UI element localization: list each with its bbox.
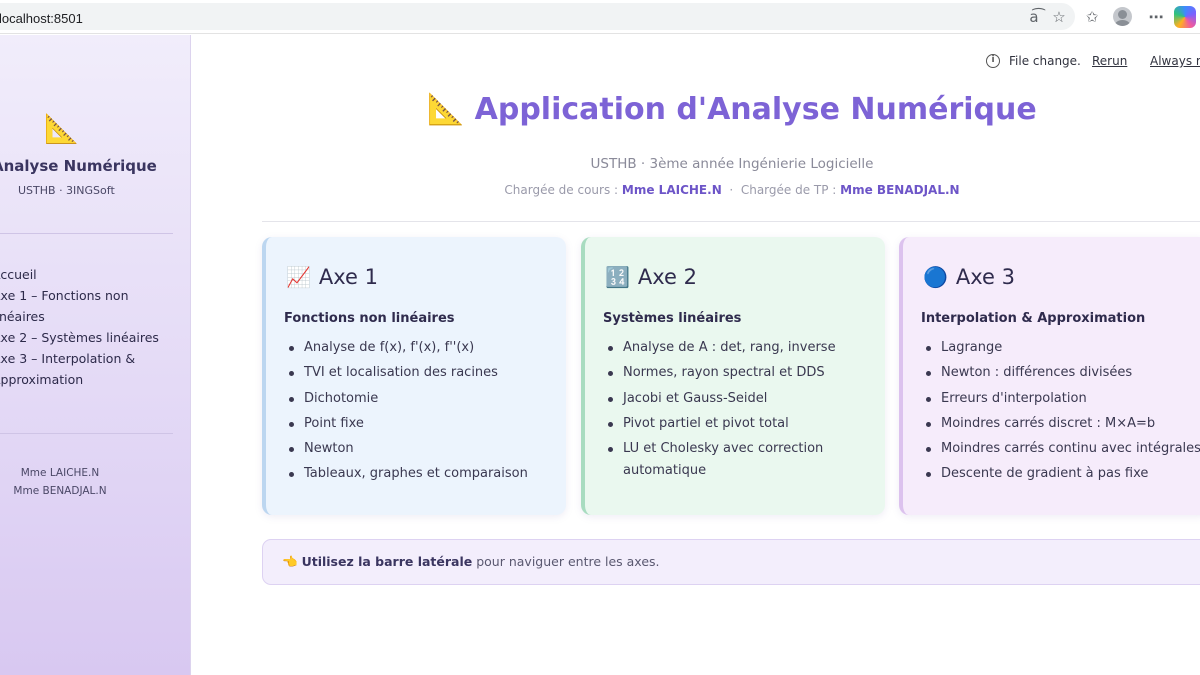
card-axe1: 📈 Axe 1 Fonctions non linéaires Analyse d…: [262, 237, 566, 515]
card-title: 🔵 Axe 3: [923, 265, 1015, 289]
sidebar-footer-line: Mme BENADJAL.N: [13, 485, 107, 497]
tip-rest: pour naviguer entre les axes.: [472, 554, 660, 569]
card-subtitle: Systèmes linéaires: [603, 311, 742, 326]
sidebar-item-accueil[interactable]: Accueil: [0, 264, 190, 285]
sidebar-footer: Mme LAICHE.N Mme BENADJAL.N: [0, 464, 120, 500]
list-item: LU et Cholesky avec correction automatiq…: [608, 438, 873, 482]
cours-label: Chargée de cours :: [504, 183, 619, 197]
separator: ·: [729, 183, 734, 197]
triangle-ruler-icon: 📐: [44, 112, 79, 145]
card-subtitle: Fonctions non linéaires: [284, 311, 455, 326]
translate-icon[interactable]: a͡: [1024, 7, 1044, 27]
card-title-text: Axe 3: [955, 265, 1016, 289]
file-change-label: File change.: [1009, 54, 1081, 68]
card-list: Lagrange Newton : différences divisées E…: [926, 337, 1200, 489]
teachers-line: Chargée de cours : Mme LAICHE.N · Chargé…: [332, 183, 1132, 197]
copilot-icon[interactable]: [1174, 6, 1196, 28]
list-item: Analyse de f(x), f'(x), f''(x): [289, 337, 554, 359]
sidebar-item-axe1[interactable]: Axe 1 – Fonctions non: [0, 285, 190, 306]
sidebar-footer-line: Mme LAICHE.N: [20, 467, 100, 479]
tp-name: Mme BENADJAL.N: [840, 183, 960, 197]
list-item: Lagrange: [926, 337, 1200, 359]
list-item: Analyse de A : det, rang, inverse: [608, 337, 873, 359]
tip-text: 👈 Utilisez la barre latérale pour navigu…: [282, 554, 660, 570]
blue-circle-icon: 🔵: [923, 265, 948, 289]
page-title: 📐 Application d'Analyse Numérique: [332, 92, 1132, 127]
more-icon[interactable]: ⋯: [1146, 7, 1166, 27]
rerun-button[interactable]: Rerun: [1092, 54, 1127, 68]
browser-toolbar: i localhost:8501 a͡ ☆ ✩ ⋯: [0, 0, 1200, 34]
sidebar: 📐 Analyse Numérique USTHB · 3INGSoft Acc…: [0, 35, 191, 675]
tip-bold: Utilisez la barre latérale: [301, 554, 473, 569]
always-rerun-button[interactable]: Always rerun: [1150, 54, 1200, 68]
page-subtitle: USTHB · 3ème année Ingénierie Logicielle: [590, 156, 874, 172]
navigation-tip: 👈 Utilisez la barre latérale pour navigu…: [262, 539, 1200, 585]
profile-icon[interactable]: [1113, 7, 1132, 26]
list-item: Newton : différences divisées: [926, 362, 1200, 384]
sidebar-divider: [0, 233, 173, 234]
list-item: Moindres carrés discret : M×A=b: [926, 413, 1200, 435]
sidebar-title: Analyse Numérique: [0, 157, 157, 175]
card-list: Analyse de f(x), f'(x), f''(x) TVI et lo…: [289, 337, 554, 489]
list-item: Descente de gradient à pas fixe: [926, 463, 1200, 485]
url-text[interactable]: localhost:8501: [0, 11, 83, 26]
card-title: 🔢 Axe 2: [605, 265, 697, 289]
card-title-text: Axe 2: [637, 265, 698, 289]
sidebar-item-axe2[interactable]: Axe 2 – Systèmes linéaires: [0, 327, 190, 348]
chart-increasing-icon: 📈: [286, 265, 311, 289]
numbers-icon: 🔢: [605, 265, 630, 289]
star-icon[interactable]: ☆: [1049, 7, 1069, 27]
list-item: Moindres carrés continu avec intégrales: [926, 438, 1200, 460]
list-item: Dichotomie: [289, 388, 554, 410]
sidebar-subtitle: USTHB · 3INGSoft: [18, 184, 115, 197]
pointing-left-icon: 👈: [282, 554, 298, 569]
list-item: Point fixe: [289, 413, 554, 435]
list-item: Erreurs d'interpolation: [926, 388, 1200, 410]
list-item: Normes, rayon spectral et DDS: [608, 362, 873, 384]
address-bar[interactable]: i localhost:8501: [0, 3, 1075, 30]
list-item: Newton: [289, 438, 554, 460]
sidebar-item-axe1-cont[interactable]: linéaires: [0, 306, 190, 327]
sidebar-divider: [0, 433, 173, 434]
card-title-text: Axe 1: [318, 265, 379, 289]
card-title: 📈 Axe 1: [286, 265, 378, 289]
list-item: Tableaux, graphes et comparaison: [289, 463, 554, 485]
header-divider: [262, 221, 1200, 222]
sidebar-nav: Accueil Axe 1 – Fonctions non linéaires …: [0, 264, 190, 390]
cours-name: Mme LAICHE.N: [621, 183, 722, 197]
app-toolbar: i File change. Rerun Always rerun: [986, 53, 1200, 73]
list-item: TVI et localisation des racines: [289, 362, 554, 384]
favorites-icon[interactable]: ✩: [1082, 7, 1102, 27]
sidebar-item-axe3-cont[interactable]: Approximation: [0, 369, 190, 390]
list-item: Jacobi et Gauss-Seidel: [608, 388, 873, 410]
triangle-ruler-icon: 📐: [427, 92, 465, 127]
card-axe2: 🔢 Axe 2 Systèmes linéaires Analyse de A :…: [581, 237, 885, 515]
card-list: Analyse de A : det, rang, inverse Normes…: [608, 337, 873, 485]
info-icon: i: [986, 54, 1000, 68]
page-title-text: Application d'Analyse Numérique: [474, 92, 1037, 127]
card-subtitle: Interpolation & Approximation: [921, 311, 1146, 326]
card-axe3: 🔵 Axe 3 Interpolation & Approximation Lag…: [899, 237, 1200, 515]
sidebar-item-axe3[interactable]: Axe 3 – Interpolation &: [0, 348, 190, 369]
list-item: Pivot partiel et pivot total: [608, 413, 873, 435]
tp-label: Chargée de TP :: [740, 183, 837, 197]
main-content: i File change. Rerun Always rerun 📐 Appli…: [192, 35, 1200, 675]
